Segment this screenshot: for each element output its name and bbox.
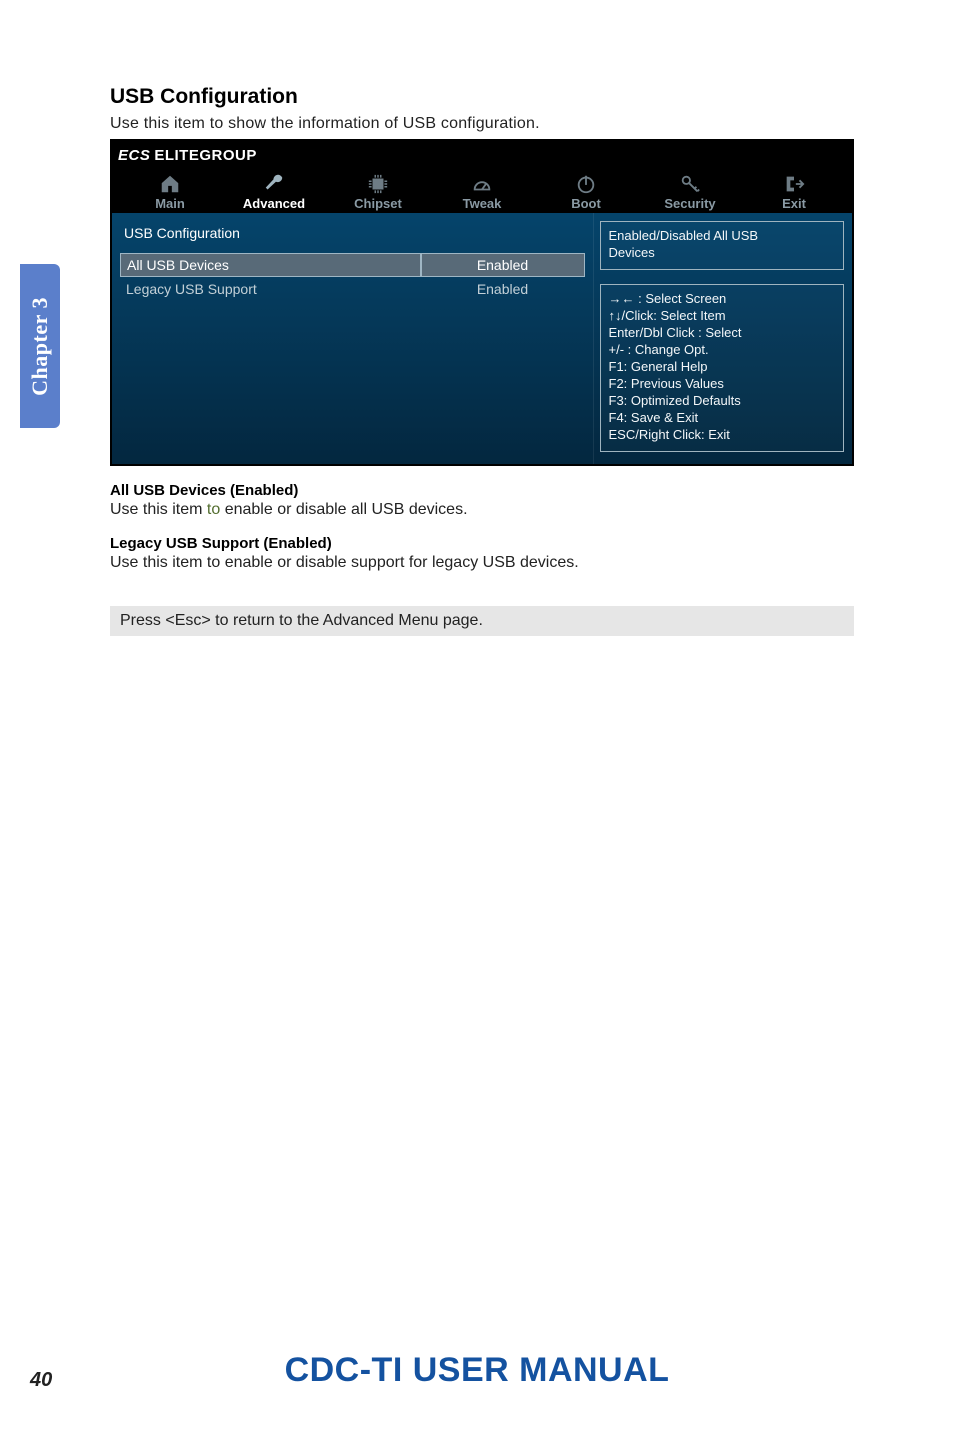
row-value: Enabled (421, 253, 585, 277)
tab-label: Boot (534, 196, 638, 211)
page: Chapter 3 USB Configuration Use this ite… (0, 0, 954, 1430)
item-heading: Legacy USB Support (Enabled) (110, 535, 854, 552)
section-description: Use this item to show the information of… (110, 115, 854, 133)
bios-logo-name: ELITEGROUP (154, 147, 257, 164)
nav-line: F3: Optimized Defaults (609, 392, 835, 409)
key-icon (638, 173, 742, 195)
nav-line: Enter/Dbl Click : Select (609, 324, 835, 341)
bios-logo-bar: ECS ELITEGROUP (112, 141, 852, 169)
bios-body: USB Configuration All USB Devices Enable… (112, 213, 852, 464)
tab-label: Tweak (430, 196, 534, 211)
bios-row-legacy-usb-support[interactable]: Legacy USB Support Enabled (120, 277, 585, 301)
footer: CDC-TI USER MANUAL (0, 1351, 954, 1390)
nav-line: +/- : Change Opt. (609, 341, 835, 358)
bios-row-all-usb-devices[interactable]: All USB Devices Enabled (120, 253, 585, 277)
tab-label: Chipset (326, 196, 430, 211)
item-desc: Use this item to enable or disable all U… (110, 501, 854, 519)
content-area: USB Configuration Use this item to show … (110, 85, 854, 636)
item-block: Legacy USB Support (Enabled) Use this it… (110, 535, 854, 572)
tab-label: Main (118, 196, 222, 211)
info-line: Enabled/Disabled All USB (609, 227, 835, 244)
item-block: All USB Devices (Enabled) Use this item … (110, 482, 854, 519)
row-label: All USB Devices (120, 253, 421, 277)
item-desc-post: enable or disable all USB devices. (220, 501, 467, 518)
tab-boot[interactable]: Boot (534, 169, 638, 213)
nav-line: →← : Select Screen (609, 290, 835, 307)
home-icon (118, 173, 222, 195)
footer-title: CDC-TI USER MANUAL (0, 1351, 954, 1390)
power-icon (534, 173, 638, 195)
bios-config-heading: USB Configuration (120, 223, 585, 243)
wrench-icon (222, 173, 326, 195)
tab-exit[interactable]: Exit (742, 169, 846, 213)
tab-chipset[interactable]: Chipset (326, 169, 430, 213)
tab-security[interactable]: Security (638, 169, 742, 213)
row-label: Legacy USB Support (120, 278, 421, 300)
bios-left-pane: USB Configuration All USB Devices Enable… (112, 213, 593, 464)
nav-line: ↑↓/Click: Select Item (609, 307, 835, 324)
item-desc-link[interactable]: to (207, 501, 220, 518)
nav-line: F2: Previous Values (609, 375, 835, 392)
chapter-tab: Chapter 3 (20, 264, 60, 428)
bios-nav-help-box: →← : Select Screen ↑↓/Click: Select Item… (600, 284, 844, 452)
bios-tabs: Main Advanced Chipset (112, 169, 852, 213)
nav-line: F1: General Help (609, 358, 835, 375)
info-line: Devices (609, 244, 835, 261)
tab-tweak[interactable]: Tweak (430, 169, 534, 213)
gauge-icon (430, 173, 534, 195)
tab-label: Advanced (222, 196, 326, 211)
bios-logo-prefix: ECS (118, 147, 150, 164)
tab-label: Exit (742, 196, 846, 211)
exit-icon (742, 173, 846, 195)
page-number: 40 (30, 1369, 52, 1392)
tab-main[interactable]: Main (118, 169, 222, 213)
row-value: Enabled (421, 277, 585, 301)
note-bar: Press <Esc> to return to the Advanced Me… (110, 606, 854, 636)
item-desc-pre: Use this item (110, 501, 207, 518)
item-heading: All USB Devices (Enabled) (110, 482, 854, 499)
bios-rows: All USB Devices Enabled Legacy USB Suppo… (120, 253, 585, 301)
nav-line: F4: Save & Exit (609, 409, 835, 426)
bios-panel: ECS ELITEGROUP Main Advanced (110, 139, 854, 466)
note-text: Press <Esc> to return to the Advanced Me… (120, 612, 483, 629)
tab-label: Security (638, 196, 742, 211)
nav-line: ESC/Right Click: Exit (609, 426, 835, 443)
tab-advanced[interactable]: Advanced (222, 169, 326, 213)
chip-icon (326, 173, 430, 195)
item-desc: Use this item to enable or disable suppo… (110, 554, 854, 572)
section-title: USB Configuration (110, 85, 854, 109)
item-desc-text: Use this item to enable or disable suppo… (110, 554, 579, 571)
bios-info-box: Enabled/Disabled All USB Devices (600, 221, 844, 270)
chapter-label: Chapter 3 (27, 297, 53, 396)
bios-right-pane: Enabled/Disabled All USB Devices →← : Se… (593, 213, 852, 464)
